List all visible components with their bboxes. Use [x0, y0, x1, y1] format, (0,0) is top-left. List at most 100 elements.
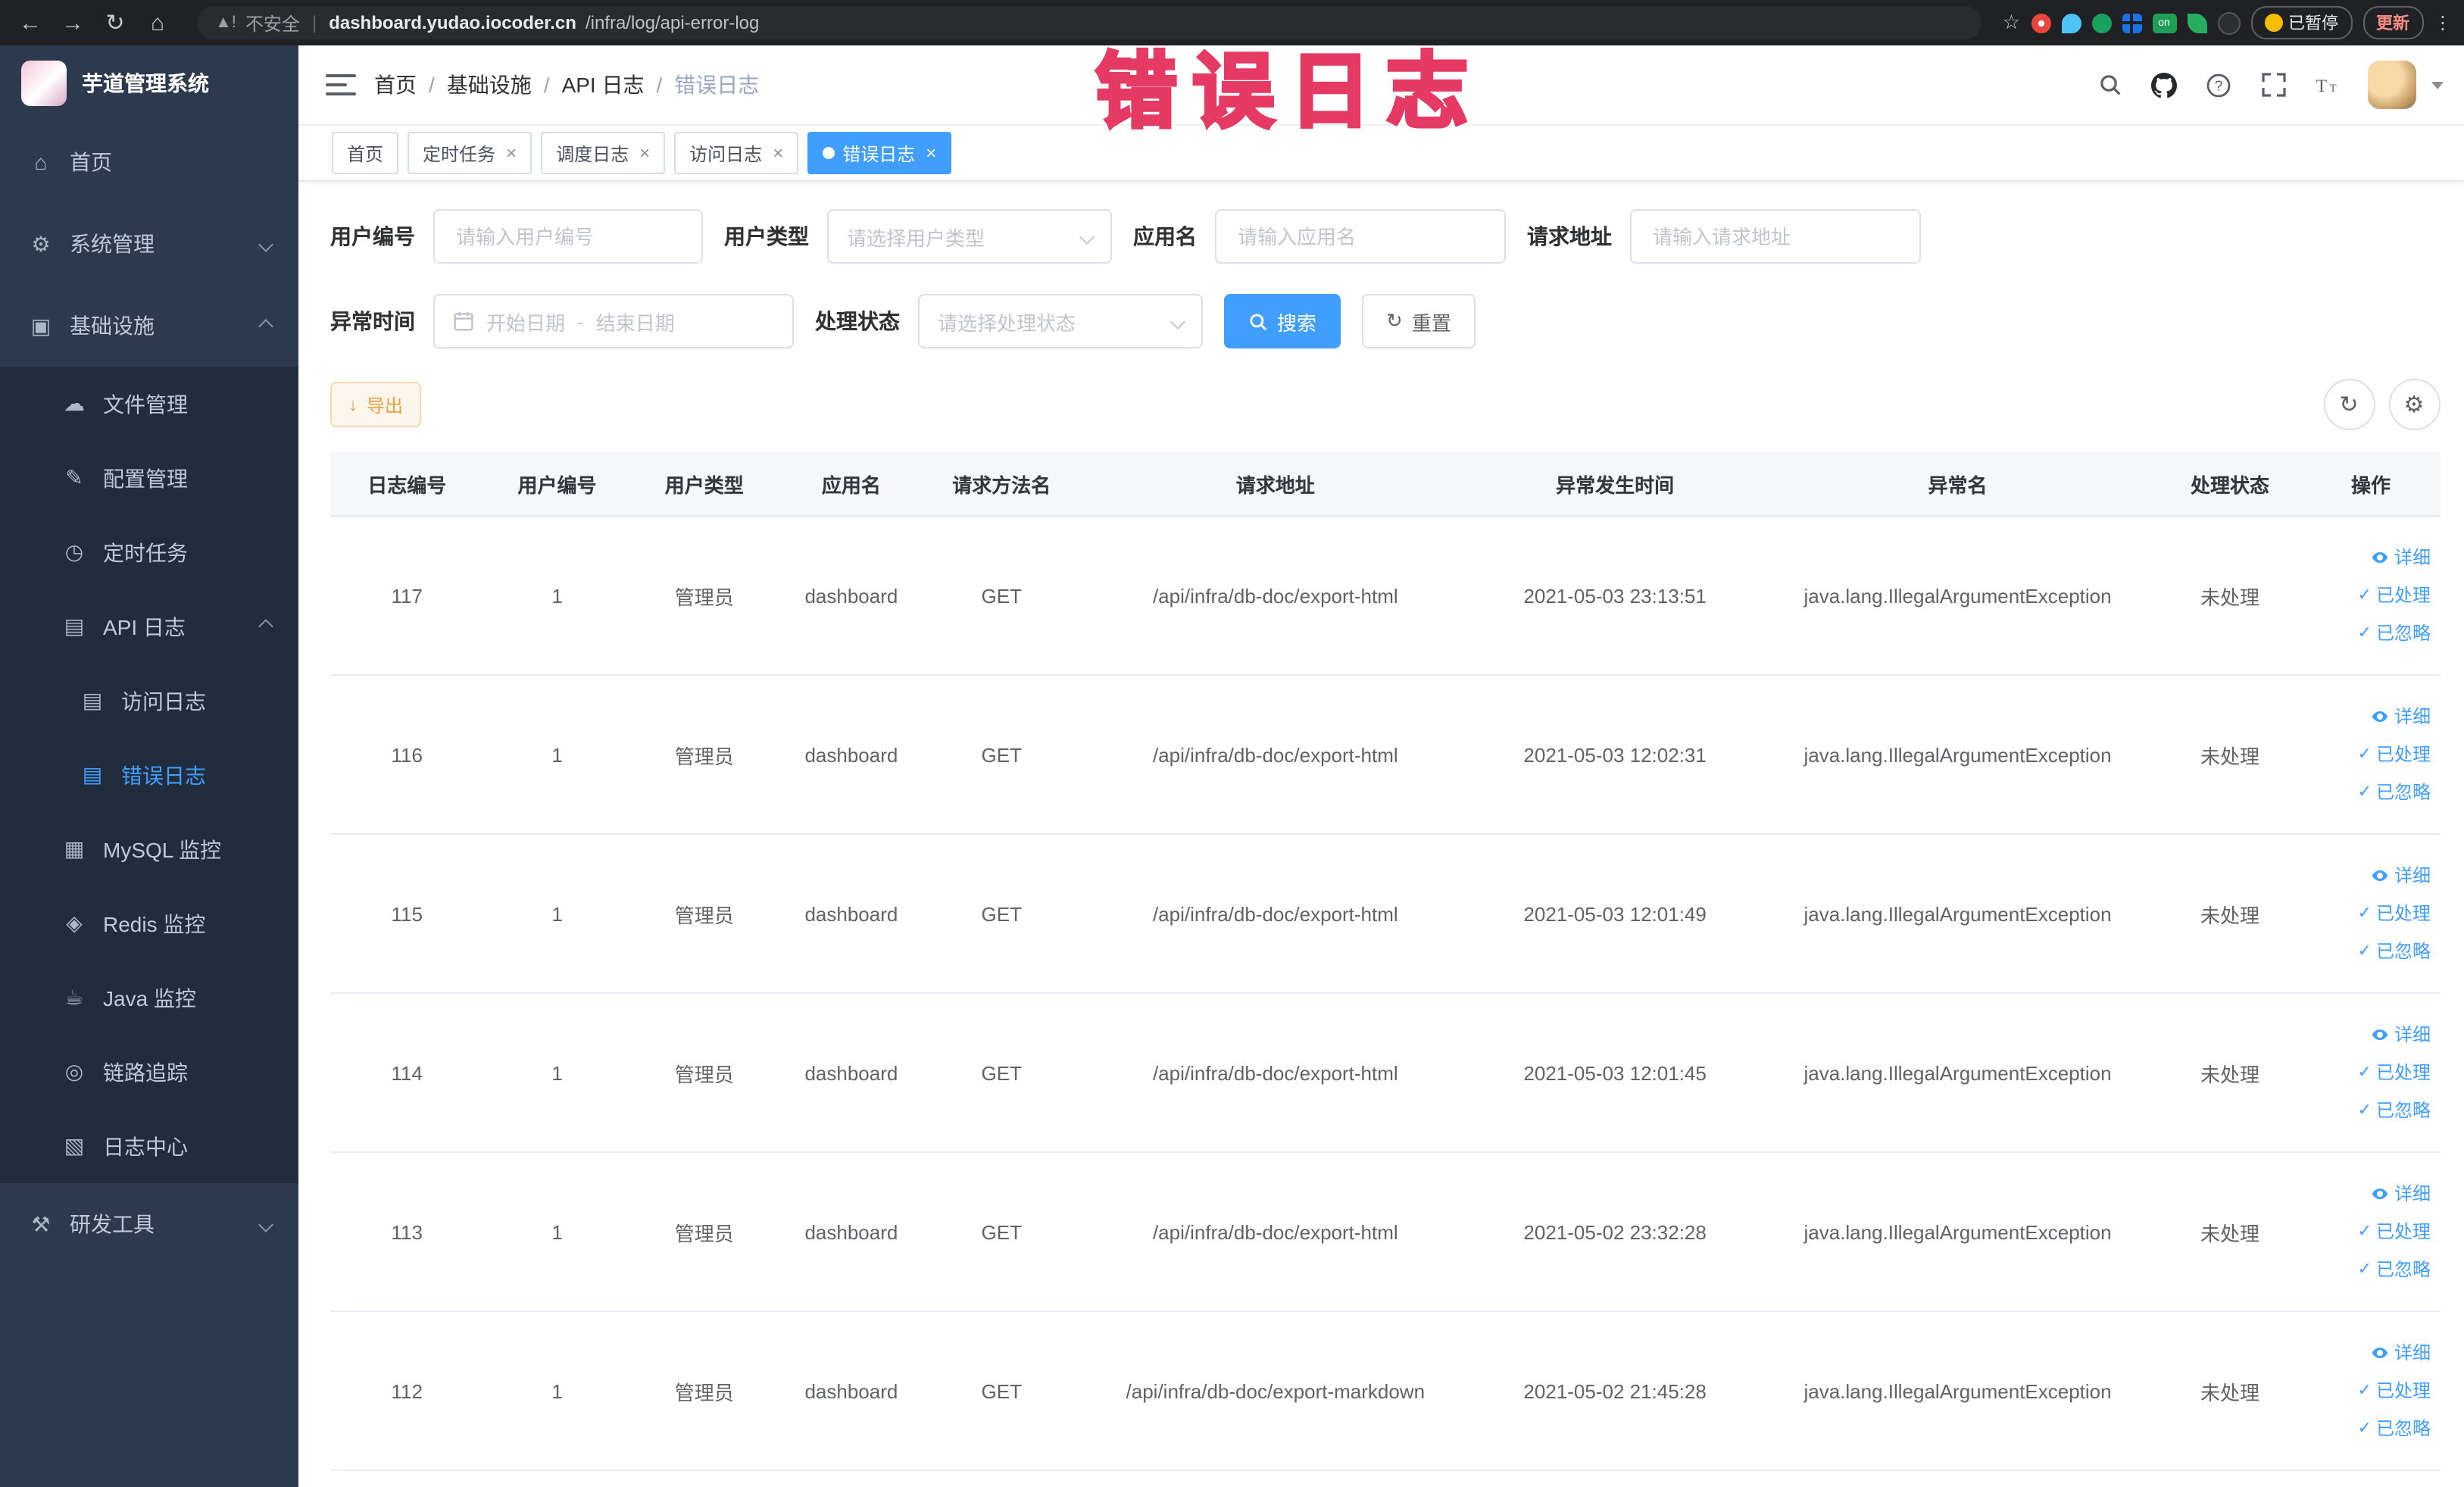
mark-processed-link[interactable]: ✓ 已处理	[2308, 1213, 2431, 1251]
sidebar-item-log-center[interactable]: ▧ 日志中心	[0, 1109, 298, 1183]
font-size-icon[interactable]: TT	[2313, 70, 2343, 100]
mark-ignored-link[interactable]: ✓ 已忽略	[2308, 1410, 2431, 1448]
breadcrumb-api-logs[interactable]: API 日志	[562, 70, 645, 100]
sidebar-item-error-log[interactable]: ▤ 错误日志	[0, 738, 298, 812]
extension-icon-green[interactable]	[2091, 13, 2111, 33]
mark-processed-link[interactable]: ✓ 已处理	[2308, 895, 2431, 932]
avatar-caret-icon[interactable]	[2431, 81, 2443, 89]
col-header-user-id: 用户编号	[483, 451, 631, 517]
sidebar-item-file-management[interactable]: ☁ 文件管理	[0, 367, 298, 441]
search-button[interactable]: 搜索	[1224, 294, 1341, 348]
reload-button[interactable]: ↻	[97, 5, 133, 41]
tab-error-log[interactable]: 错误日志 ×	[807, 132, 952, 174]
refresh-icon: ↻	[2339, 392, 2359, 418]
search-icon[interactable]	[2094, 70, 2125, 100]
mark-ignored-link[interactable]: ✓ 已忽略	[2308, 1092, 2431, 1129]
detail-link[interactable]: 详细	[2308, 857, 2431, 895]
infrastructure-submenu: ☁ 文件管理 ✎ 配置管理 ◷ 定时任务 ▤ API 日志 ▤ 访问日志 ▤ 错…	[0, 367, 298, 1183]
extension-icon-red[interactable]	[2031, 13, 2050, 33]
extension-icon-drop[interactable]	[2061, 13, 2081, 33]
user-avatar[interactable]	[2367, 61, 2416, 109]
status-badge: 未处理	[2158, 1311, 2303, 1471]
app-logo[interactable]: 芋道管理系统	[0, 45, 298, 121]
address-bar[interactable]: ▲! 不安全 | dashboard.yudao.iocoder.cn/infr…	[197, 6, 1982, 39]
user-id-input[interactable]	[453, 223, 683, 249]
exception-time-range-picker[interactable]: 开始日期 - 结束日期	[433, 294, 794, 348]
fullscreen-icon[interactable]	[2258, 70, 2288, 100]
mark-ignored-link[interactable]: ✓ 已忽略	[2308, 1251, 2431, 1289]
sidebar-item-infrastructure[interactable]: ▣ 基础设施	[0, 285, 298, 367]
breadcrumb-infrastructure[interactable]: 基础设施	[447, 70, 532, 100]
sidebar-item-access-log[interactable]: ▤ 访问日志	[0, 664, 298, 738]
sidebar-item-system-management[interactable]: ⚙ 系统管理	[0, 203, 298, 285]
detail-link[interactable]: 详细	[2308, 1334, 2431, 1372]
user-type-select[interactable]: 请选择用户类型	[827, 209, 1112, 264]
close-icon[interactable]: ×	[773, 142, 783, 164]
sidebar-item-dev-tools[interactable]: ⚒ 研发工具	[0, 1183, 298, 1265]
close-icon[interactable]: ×	[926, 142, 936, 164]
security-warning-icon: ▲!	[215, 14, 236, 32]
profile-paused-chip[interactable]: 已暂停	[2250, 6, 2352, 39]
tab-access-log[interactable]: 访问日志 ×	[674, 132, 799, 174]
mark-processed-link[interactable]: ✓ 已处理	[2308, 576, 2431, 614]
bookmark-star-icon[interactable]: ☆	[2003, 11, 2020, 35]
breadcrumb-home[interactable]: 首页	[374, 70, 417, 100]
detail-link[interactable]: 详细	[2308, 1016, 2431, 1054]
detail-link[interactable]: 详细	[2308, 1175, 2431, 1213]
extension-icon-leaf[interactable]	[2187, 13, 2206, 33]
col-header-log-id: 日志编号	[330, 451, 484, 517]
extensions-puzzle-icon[interactable]	[2217, 11, 2240, 34]
security-label: 不安全	[245, 13, 300, 34]
close-icon[interactable]: ×	[506, 142, 517, 164]
help-icon[interactable]: ?	[2203, 70, 2234, 100]
sidebar-item-api-logs[interactable]: ▤ API 日志	[0, 589, 298, 664]
clock-icon: ◷	[64, 539, 84, 564]
mark-ignored-link[interactable]: ✓ 已忽略	[2308, 614, 2431, 652]
extension-icon-on[interactable]: on	[2152, 13, 2176, 33]
reset-button[interactable]: ↻ 重置	[1362, 294, 1476, 348]
sidebar-item-redis-monitor[interactable]: ◈ Redis 监控	[0, 886, 298, 961]
request-url-input[interactable]	[1650, 223, 1901, 249]
sidebar-item-home[interactable]: ⌂ 首页	[0, 121, 298, 203]
sidebar-menu: ⌂ 首页 ⚙ 系统管理 ▣ 基础设施 ☁ 文件管理 ✎ 配置管理 ◷ 定时任务 …	[0, 121, 298, 1265]
tab-home[interactable]: 首页	[332, 132, 399, 174]
github-icon[interactable]	[2149, 70, 2179, 100]
close-icon[interactable]: ×	[639, 142, 650, 164]
column-settings-button[interactable]: ⚙	[2388, 379, 2440, 430]
sidebar-item-scheduled-tasks[interactable]: ◷ 定时任务	[0, 515, 298, 589]
sidebar-item-tracing[interactable]: ◎ 链路追踪	[0, 1035, 298, 1109]
tab-schedule-log[interactable]: 调度日志 ×	[541, 132, 666, 174]
detail-link[interactable]: 详细	[2308, 698, 2431, 736]
app-name-input[interactable]	[1235, 223, 1486, 249]
extension-icon-grid[interactable]	[2122, 13, 2141, 33]
process-status-select[interactable]: 请选择处理状态	[918, 294, 1203, 348]
tab-scheduled-tasks[interactable]: 定时任务 ×	[408, 132, 532, 174]
home-button[interactable]: ⌂	[139, 5, 176, 41]
home-icon: ⌂	[34, 150, 48, 174]
refresh-circle-button[interactable]: ↻	[2323, 379, 2375, 430]
table-header-row: 日志编号 用户编号 用户类型 应用名 请求方法名 请求地址 异常发生时间 异常名…	[330, 451, 2440, 517]
back-button[interactable]: ←	[12, 5, 48, 41]
mark-processed-link[interactable]: ✓ 已处理	[2308, 736, 2431, 773]
sidebar-item-mysql-monitor[interactable]: ▦ MySQL 监控	[0, 812, 298, 886]
table-row: 112 1 管理员 dashboard GET /api/infra/db-do…	[330, 1311, 2440, 1471]
export-button[interactable]: ↓ 导出	[330, 382, 422, 427]
mark-ignored-link[interactable]: ✓ 已忽略	[2308, 932, 2431, 970]
sidebar-toggle-icon[interactable]	[326, 74, 356, 95]
mark-ignored-link[interactable]: ✓ 已忽略	[2308, 773, 2431, 811]
col-header-status: 处理状态	[2158, 451, 2303, 517]
breadcrumb-error-log: 错误日志	[674, 73, 760, 97]
detail-link[interactable]: 详细	[2308, 539, 2431, 576]
top-navbar: 首页 / 基础设施 / API 日志 / 错误日志 ? T T	[298, 45, 2464, 126]
filter-row-2: 异常时间 开始日期 - 结束日期 处理状态 请选择处理状态 搜索 ↻ 重置	[330, 294, 2440, 348]
update-button[interactable]: 更新	[2363, 6, 2423, 39]
browser-menu-icon[interactable]: ⋮	[2434, 12, 2452, 33]
forward-button[interactable]: →	[55, 5, 91, 41]
java-icon: ☕	[64, 985, 84, 1009]
mark-processed-link[interactable]: ✓ 已处理	[2308, 1372, 2431, 1410]
sidebar-item-java-monitor[interactable]: ☕ Java 监控	[0, 961, 298, 1035]
gear-icon: ⚙	[2403, 392, 2425, 418]
sidebar-item-config-management[interactable]: ✎ 配置管理	[0, 441, 298, 515]
log-icon: ▧	[64, 1133, 85, 1157]
mark-processed-link[interactable]: ✓ 已处理	[2308, 1054, 2431, 1092]
